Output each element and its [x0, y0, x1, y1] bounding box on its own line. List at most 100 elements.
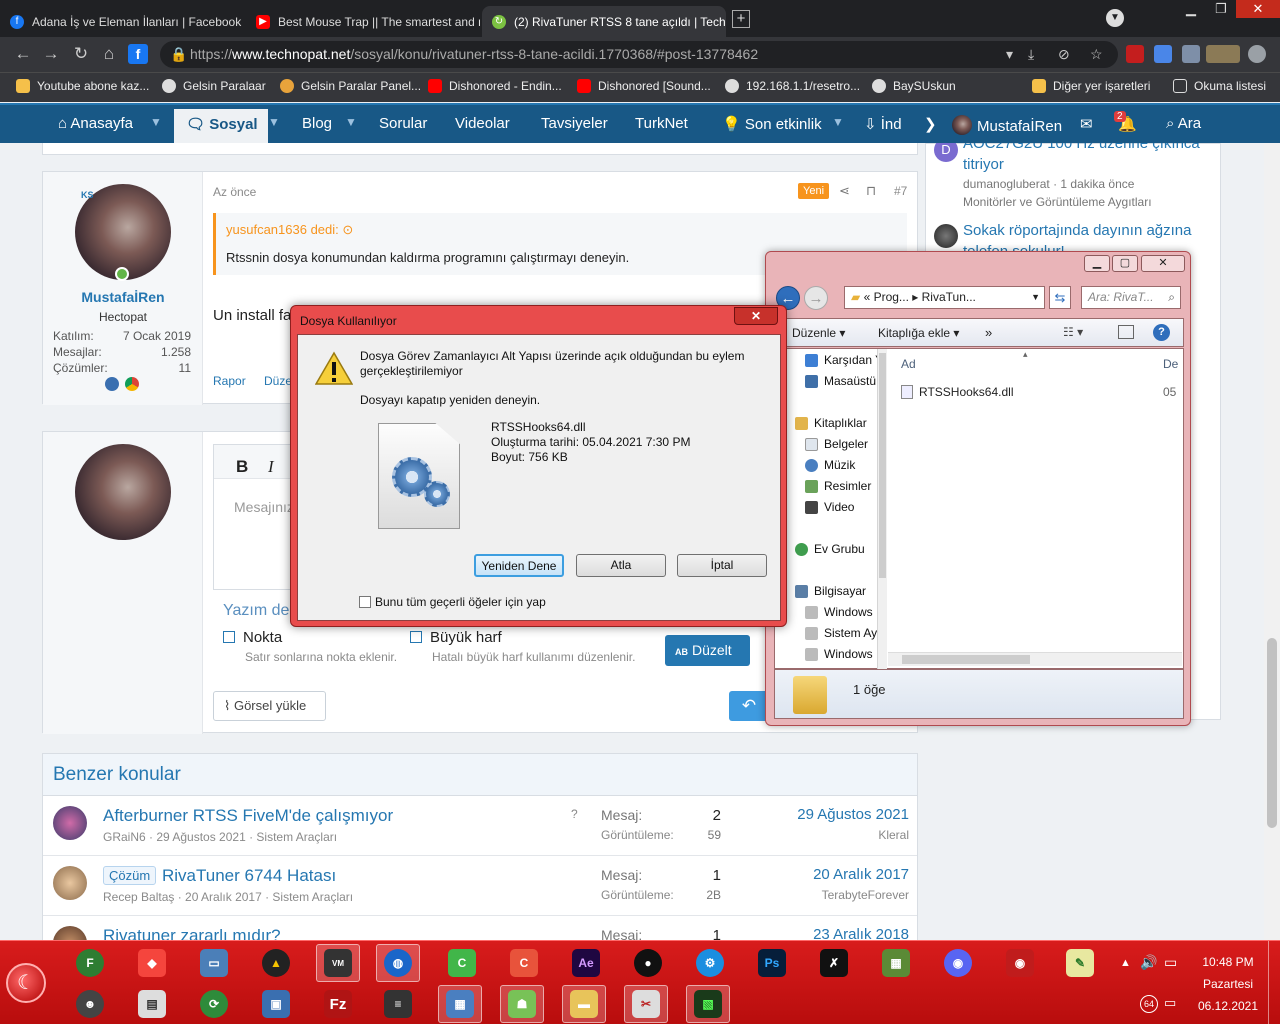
taskbar-app[interactable]: ◉ — [998, 944, 1042, 982]
scrollbar-thumb[interactable] — [902, 655, 1030, 664]
chevron-down-icon[interactable]: ▼ — [345, 115, 357, 129]
tree-item[interactable]: Windows — [805, 605, 873, 619]
new-tab-button[interactable]: + — [732, 10, 750, 28]
tab-search-icon[interactable]: ▼ — [1106, 9, 1124, 27]
retry-button[interactable]: Yeniden Dene — [474, 554, 564, 577]
nav-user[interactable]: MustafaİRen — [952, 115, 1062, 135]
taskbar-app[interactable]: ⚙ — [688, 944, 732, 982]
forward-icon[interactable]: → — [804, 286, 828, 310]
bell-icon[interactable]: 🔔 2 — [1114, 111, 1137, 133]
action-center-icon[interactable]: ▭ — [1164, 995, 1176, 1011]
taskbar-app[interactable]: ✂ — [624, 985, 668, 1023]
tree-item[interactable]: Karşıdan Y — [805, 353, 877, 367]
network-icon[interactable]: ▭ — [1164, 954, 1177, 971]
restore-icon[interactable]: ❐ — [1206, 0, 1236, 18]
taskbar-app[interactable]: ◆ — [130, 944, 174, 982]
bold-button[interactable]: B — [236, 457, 248, 477]
taskbar-app[interactable]: C — [502, 944, 546, 982]
tree-item[interactable]: Kitaplıklar — [795, 416, 867, 430]
breadcrumb[interactable]: RivaTun... — [922, 290, 976, 304]
settings-gear-icon[interactable] — [1248, 45, 1266, 63]
clock-time[interactable]: 10:48 PM — [1196, 955, 1260, 969]
minimize-icon[interactable]: ▁ — [1084, 255, 1110, 272]
eye-off-icon[interactable]: ⊘ — [1058, 41, 1070, 68]
sidebar-thread-forum[interactable]: Monitörler ve Görüntüleme Aygıtları — [963, 195, 1152, 209]
bookmark-item[interactable]: Gelsin Paralar Panel... — [280, 79, 421, 93]
tree-item[interactable]: Belgeler — [805, 437, 868, 451]
bookmark-item[interactable]: Dishonored [Sound... — [577, 79, 711, 93]
sidebar-thread-title[interactable]: AOC27G2U 100 Hz üzerine çıkınca — [963, 143, 1200, 152]
tab-youtube[interactable]: ▶ Best Mouse Trap || The smartest and n — [246, 6, 480, 37]
taskbar-app[interactable]: F — [68, 944, 112, 982]
maximize-icon[interactable]: ▢ — [1112, 255, 1138, 272]
nav-social[interactable]: 🗨 Sosyal — [174, 109, 268, 145]
tree-item[interactable]: Sistem Ay — [805, 626, 877, 640]
italic-button[interactable]: I — [268, 457, 274, 477]
skip-button[interactable]: Atla — [576, 554, 666, 577]
tree-item[interactable]: Resimler — [805, 479, 871, 493]
nav-scroll-right-icon[interactable]: ❯ — [924, 115, 937, 133]
option-capital[interactable]: Büyük harf — [410, 629, 502, 646]
chevron-down-icon[interactable]: ▼ — [268, 115, 280, 129]
minimize-icon[interactable]: ▁ — [1176, 0, 1206, 18]
tab-technopat[interactable]: ↻ (2) RivaTuner RTSS 8 tane açıldı | Tec… — [482, 6, 726, 37]
help-icon[interactable]: ? — [1153, 324, 1170, 341]
other-bookmarks[interactable]: Diğer yer işaretleri — [1032, 79, 1150, 93]
report-link[interactable]: Rapor — [213, 374, 246, 388]
show-hidden-icons[interactable]: ▲ — [1120, 957, 1131, 969]
cancel-button[interactable]: İptal — [677, 554, 767, 577]
upload-image-button[interactable]: ⌇ Görsel yükle — [213, 691, 326, 721]
nav-downloads[interactable]: ⇩ İnd — [864, 115, 902, 133]
last-post-date[interactable]: 29 Ağustos 2021 — [797, 806, 909, 823]
tree-item[interactable]: Video — [805, 500, 854, 514]
scrollbar-thumb[interactable] — [1267, 638, 1277, 828]
bookmark-item[interactable]: Gelsin Paralaar — [162, 79, 266, 93]
post-time[interactable]: Az önce — [213, 185, 256, 199]
checkbox[interactable] — [223, 631, 235, 643]
taskbar-app[interactable]: VM — [316, 944, 360, 982]
clock-day[interactable]: Pazartesi — [1196, 977, 1260, 991]
bookmark-item[interactable]: BaySUskun — [872, 79, 956, 93]
breadcrumb[interactable]: « Prog... — [864, 290, 909, 304]
edit-link[interactable]: Düze — [264, 374, 292, 388]
bookmark-icon[interactable]: ⊓ — [866, 183, 876, 199]
taskbar-app[interactable]: ☗ — [500, 985, 544, 1023]
post-number[interactable]: #7 — [894, 184, 907, 198]
forward-icon[interactable]: → — [40, 44, 62, 64]
bookmark-item[interactable]: 192.168.1.1/resetro... — [725, 79, 860, 93]
last-post-date[interactable]: 20 Aralık 2017 — [813, 866, 909, 883]
tree-item[interactable]: Ev Grubu — [795, 542, 865, 556]
translate-icon[interactable] — [1154, 45, 1172, 63]
thread-title[interactable]: Rivatuner zararlı mıdır? — [103, 926, 281, 940]
table-row[interactable]: Çözüm RivaTuner 6744 Hatası Recep Baltaş… — [43, 856, 917, 916]
last-post-user[interactable]: Kleral — [878, 828, 909, 842]
nav-questions[interactable]: Sorular — [379, 115, 427, 132]
taskbar-app[interactable]: Fz — [316, 985, 360, 1023]
close-icon[interactable]: ✕ — [734, 307, 778, 325]
close-icon[interactable]: ✕ — [1141, 255, 1185, 272]
nav-recent-activity[interactable]: 💡 Son etkinlik — [722, 115, 822, 133]
home-icon[interactable]: ⌂ — [98, 44, 120, 64]
taskbar-app[interactable]: Ae — [564, 944, 608, 982]
taskbar-app[interactable]: ▬ — [562, 985, 606, 1023]
reply-icon[interactable]: ↶ — [729, 691, 769, 721]
mail-icon[interactable]: ✉ — [1080, 115, 1093, 133]
view-options-icon[interactable]: ☷ ▾ — [1063, 325, 1083, 339]
bookmark-item[interactable]: Youtube abone kaz... — [16, 79, 149, 93]
chevron-down-icon[interactable]: ▼ — [150, 115, 162, 129]
apply-all-option[interactable]: Bunu tüm geçerli öğeler için yap — [359, 595, 546, 609]
tree-item[interactable]: Windows — [805, 647, 873, 661]
last-post-user[interactable]: TerabyteForever — [822, 888, 909, 902]
tree-item[interactable]: Bilgisayar — [795, 584, 866, 598]
nav-turknet[interactable]: TurkNet — [635, 115, 688, 132]
taskbar-app[interactable]: ⟳ — [192, 985, 236, 1023]
puzzle-icon[interactable] — [1182, 45, 1200, 63]
volume-icon[interactable]: 🔊 — [1140, 954, 1157, 971]
scrollbar-thumb[interactable] — [879, 353, 886, 578]
option-period[interactable]: Nokta — [223, 629, 282, 646]
explorer-search[interactable]: Ara: RivaT... ⌕ — [1081, 286, 1181, 309]
chevron-down-icon[interactable]: ▼ — [1031, 287, 1040, 308]
taskbar-app[interactable]: ≡ — [376, 985, 420, 1023]
taskbar-app[interactable]: ▧ — [686, 985, 730, 1023]
nav-search[interactable]: ⌕ Ara — [1166, 115, 1201, 132]
